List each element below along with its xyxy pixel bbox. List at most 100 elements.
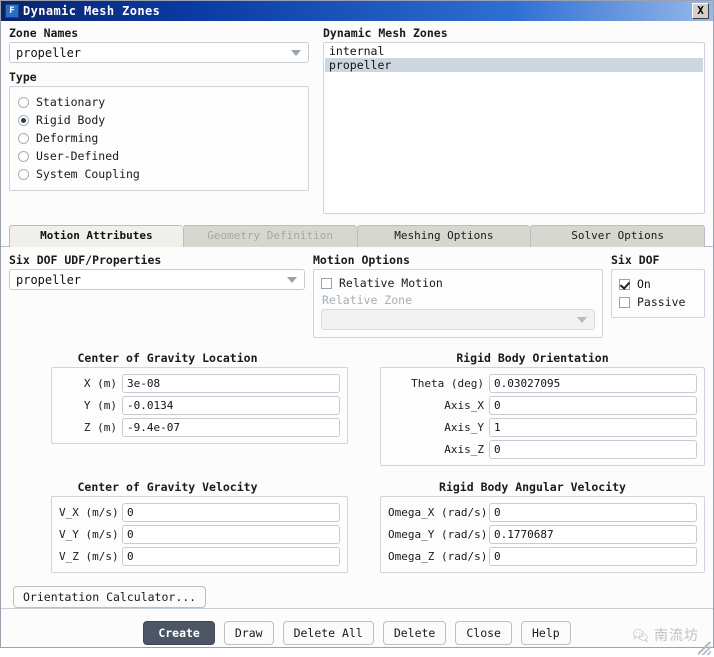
rigid-body-orientation-title: Rigid Body Orientation <box>360 351 705 365</box>
type-option-label: User-Defined <box>36 149 119 163</box>
position-orientation-row: Center of Gravity Location X (m) 3e-08 Y… <box>9 351 705 466</box>
delete-all-button[interactable]: Delete All <box>283 621 374 645</box>
six-dof-passive-label: Passive <box>637 295 685 309</box>
checkbox-checked-icon <box>619 279 630 290</box>
angular-velocity-row-omega-z: Omega_Z (rad/s) 0 <box>388 545 697 567</box>
rigid-body-angular-velocity-group: Rigid Body Angular Velocity Omega_X (rad… <box>360 480 705 573</box>
tab-motion-attributes[interactable]: Motion Attributes <box>9 225 183 247</box>
rigid-body-orientation-panel: Theta (deg) 0.03027095 Axis_X 0 Axis_Y 1… <box>380 367 705 466</box>
cg-location-row-z: Z (m) -9.4e-07 <box>59 416 340 438</box>
resize-grip[interactable] <box>698 642 711 655</box>
orientation-row-axis-z: Axis_Z 0 <box>388 438 697 460</box>
velocity-row: Center of Gravity Velocity V_X (m/s) 0 V… <box>9 480 705 573</box>
motion-options-panel: Relative Motion Relative Zone <box>313 269 603 338</box>
type-option-label: Rigid Body <box>36 113 105 127</box>
cg-location-input-x[interactable]: 3e-08 <box>122 374 340 393</box>
dynamic-mesh-zones-listbox[interactable]: internal propeller <box>323 42 705 214</box>
cg-location-row-x: X (m) 3e-08 <box>59 372 340 394</box>
list-item[interactable]: propeller <box>325 58 703 72</box>
zones-list-label: Dynamic Mesh Zones <box>323 26 705 40</box>
cg-velocity-title: Center of Gravity Velocity <box>0 480 354 494</box>
cg-velocity-input-vz[interactable]: 0 <box>122 547 340 566</box>
zone-names-dropdown[interactable]: propeller <box>9 42 309 63</box>
checkbox-icon <box>321 278 332 289</box>
relative-motion-label: Relative Motion <box>339 276 443 290</box>
create-button[interactable]: Create <box>143 621 215 645</box>
cg-location-label-y: Y (m) <box>59 399 122 412</box>
tab-meshing-options[interactable]: Meshing Options <box>357 225 531 247</box>
orientation-row-axis-y: Axis_Y 1 <box>388 416 697 438</box>
cg-location-panel: X (m) 3e-08 Y (m) -0.0134 Z (m) -9.4e-07 <box>51 367 348 444</box>
cg-location-label-x: X (m) <box>59 377 122 390</box>
cg-velocity-row-vz: V_Z (m/s) 0 <box>59 545 340 567</box>
close-button[interactable]: Close <box>455 621 512 645</box>
orientation-calculator-button[interactable]: Orientation Calculator... <box>13 586 206 608</box>
type-option-label: System Coupling <box>36 167 140 181</box>
six-dof-udf-column: Six DOF UDF/Properties propeller <box>9 253 305 290</box>
relative-motion-checkbox[interactable]: Relative Motion <box>321 275 595 291</box>
motion-attributes-panel: Six DOF UDF/Properties propeller Motion … <box>1 247 713 608</box>
cg-velocity-input-vy[interactable]: 0 <box>122 525 340 544</box>
six-dof-column: Six DOF On Passive <box>611 253 705 318</box>
cg-velocity-label-vz: V_Z (m/s) <box>59 550 122 563</box>
cg-location-input-z[interactable]: -9.4e-07 <box>122 418 340 437</box>
cg-location-input-y[interactable]: -0.0134 <box>122 396 340 415</box>
cg-location-title: Center of Gravity Location <box>0 351 354 365</box>
cg-velocity-row-vx: V_X (m/s) 0 <box>59 501 340 523</box>
angular-velocity-input-omega-x[interactable]: 0 <box>489 503 697 522</box>
list-item[interactable]: internal <box>325 44 703 58</box>
orientation-input-axis-z[interactable]: 0 <box>489 440 697 459</box>
draw-button[interactable]: Draw <box>224 621 274 645</box>
motion-options-label: Motion Options <box>313 253 603 267</box>
zone-names-value: propeller <box>16 46 291 60</box>
six-dof-udf-label: Six DOF UDF/Properties <box>9 253 305 267</box>
radio-icon <box>18 97 29 108</box>
cg-location-group: Center of Gravity Location X (m) 3e-08 Y… <box>9 351 354 466</box>
six-dof-on-label: On <box>637 277 651 291</box>
six-dof-udf-dropdown[interactable]: propeller <box>9 269 305 290</box>
orientation-input-theta[interactable]: 0.03027095 <box>489 374 697 393</box>
cg-location-label-z: Z (m) <box>59 421 122 434</box>
tab-solver-options[interactable]: Solver Options <box>530 225 705 247</box>
cg-velocity-group: Center of Gravity Velocity V_X (m/s) 0 V… <box>9 480 354 573</box>
type-option-deforming[interactable]: Deforming <box>18 129 300 147</box>
orientation-row-theta: Theta (deg) 0.03027095 <box>388 372 697 394</box>
cg-velocity-input-vx[interactable]: 0 <box>122 503 340 522</box>
angular-velocity-input-omega-z[interactable]: 0 <box>489 547 697 566</box>
chevron-down-icon <box>291 50 301 56</box>
relative-zone-dropdown <box>321 309 595 330</box>
rigid-body-orientation-group: Rigid Body Orientation Theta (deg) 0.030… <box>360 351 705 466</box>
rigid-body-angular-velocity-panel: Omega_X (rad/s) 0 Omega_Y (rad/s) 0.1770… <box>380 496 705 573</box>
angular-velocity-input-omega-y[interactable]: 0.1770687 <box>489 525 697 544</box>
orientation-calculator-row: Orientation Calculator... <box>9 586 705 608</box>
zone-names-label: Zone Names <box>9 26 309 40</box>
six-dof-panel: On Passive <box>611 269 705 318</box>
six-dof-on-checkbox[interactable]: On <box>619 275 698 293</box>
chevron-down-icon <box>287 277 297 283</box>
orientation-input-axis-y[interactable]: 1 <box>489 418 697 437</box>
help-button[interactable]: Help <box>521 621 571 645</box>
dynamic-mesh-zones-dialog: F Dynamic Mesh Zones X Zone Names propel… <box>0 0 714 648</box>
radio-icon <box>18 169 29 180</box>
title-bar: F Dynamic Mesh Zones X <box>1 1 713 21</box>
checkbox-icon <box>619 297 630 308</box>
cg-velocity-panel: V_X (m/s) 0 V_Y (m/s) 0 V_Z (m/s) 0 <box>51 496 348 573</box>
zone-settings-column: Zone Names propeller Type Stationary Rig… <box>9 26 309 214</box>
cg-velocity-label-vx: V_X (m/s) <box>59 506 122 519</box>
orientation-label-theta: Theta (deg) <box>388 377 489 390</box>
type-option-user-defined[interactable]: User-Defined <box>18 147 300 165</box>
type-option-label: Deforming <box>36 131 98 145</box>
angular-velocity-row-omega-y: Omega_Y (rad/s) 0.1770687 <box>388 523 697 545</box>
orientation-input-axis-x[interactable]: 0 <box>489 396 697 415</box>
angular-velocity-label-omega-z: Omega_Z (rad/s) <box>388 550 489 563</box>
delete-button[interactable]: Delete <box>383 621 447 645</box>
six-dof-passive-checkbox[interactable]: Passive <box>619 293 698 311</box>
type-option-system-coupling[interactable]: System Coupling <box>18 165 300 183</box>
cg-velocity-row-vy: V_Y (m/s) 0 <box>59 523 340 545</box>
close-icon[interactable]: X <box>692 3 709 19</box>
radio-icon <box>18 151 29 162</box>
radio-icon <box>18 133 29 144</box>
fluent-f-icon: F <box>5 4 19 18</box>
type-option-stationary[interactable]: Stationary <box>18 93 300 111</box>
type-option-rigid-body[interactable]: Rigid Body <box>18 111 300 129</box>
